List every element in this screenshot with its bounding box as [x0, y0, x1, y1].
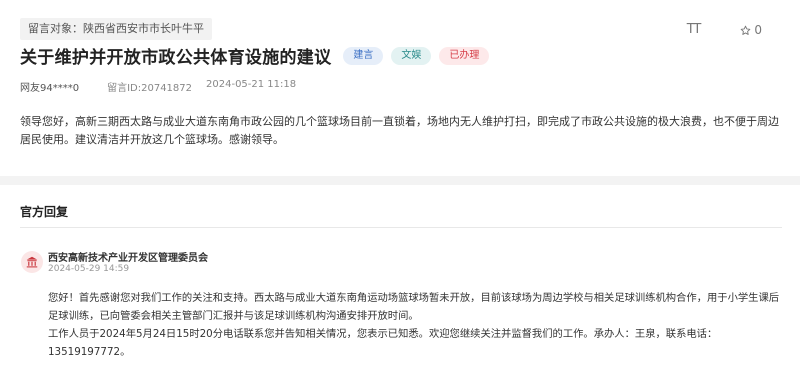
status-badge: 已办理 — [439, 46, 490, 65]
category-tag: 建言 — [343, 46, 384, 65]
message-meta: 网友94****0 留言ID:20741872 2024-05-21 11:18 — [20, 79, 310, 94]
user-name: 网友94****0 — [20, 83, 80, 94]
favorite-count: 0 — [754, 23, 762, 37]
message-id: 留言ID:20741872 — [107, 83, 193, 94]
reply-section-title: 官方回复 — [20, 205, 69, 219]
message-datetime: 2024-05-21 11:18 — [206, 79, 297, 90]
topic-tag: 文娱 — [391, 46, 432, 65]
message-content: 领导您好，高新三期西太路与成业大道东南角市政公园的几个篮球场目前一直锁着，场地内… — [20, 115, 779, 146]
org-avatar — [21, 251, 43, 273]
government-building-icon — [26, 256, 38, 268]
toolbar: TT 0 — [687, 22, 762, 38]
star-icon — [741, 25, 751, 35]
reply-date: 2024-05-29 14:59 — [48, 264, 130, 274]
reply-paragraph: 您好！首先感谢您对我们工作的关注和支持。西太路与成业大道东南角运动场篮球场暂未开… — [48, 292, 780, 322]
reply-content: 您好！首先感谢您对我们工作的关注和支持。西太路与成业大道东南角运动场篮球场暂未开… — [48, 289, 788, 361]
reply-org-name: 西安高新技术产业开发区管理委员会 — [48, 253, 208, 264]
page-title: 关于维护并开放市政公共体育设施的建议 — [20, 48, 332, 68]
font-size-icon[interactable]: TT — [687, 22, 702, 38]
favorite-button[interactable]: 0 — [740, 23, 762, 37]
divider — [20, 227, 782, 228]
message-target-tag: 留言对象：陕西省西安市市长叶牛平 — [20, 18, 212, 40]
title-row: 关于维护并开放市政公共体育设施的建议 建言 文娱 已办理 — [20, 43, 490, 68]
reply-paragraph: 工作人员于2024年5月24日15时20分电话联系您并告知相关情况，您表示已知悉… — [48, 328, 718, 358]
